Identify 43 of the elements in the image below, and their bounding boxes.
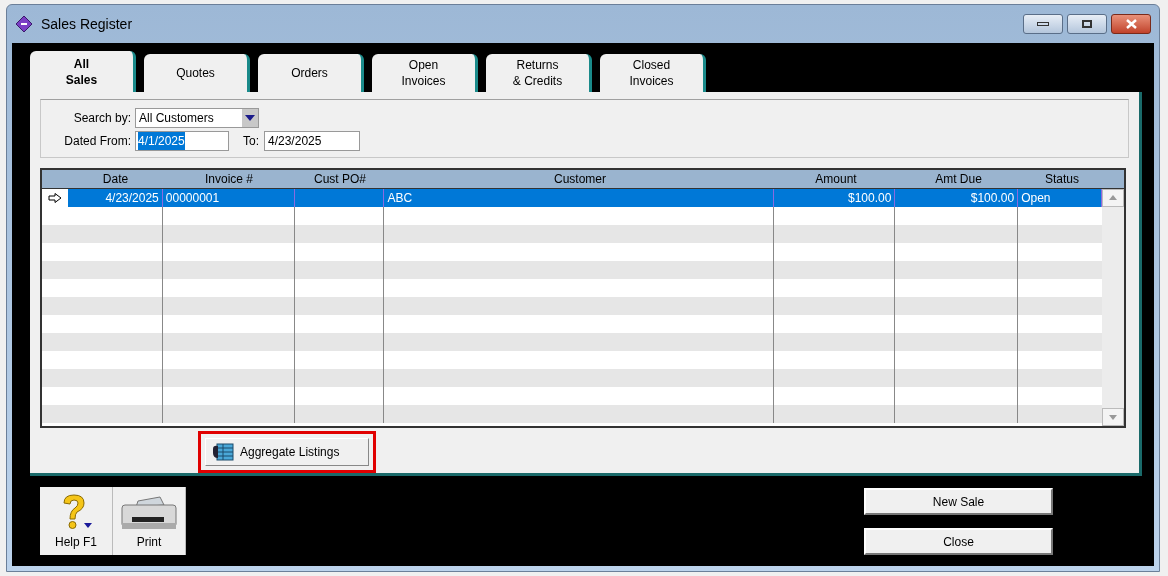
scrollbar[interactable] [1102,188,1124,426]
tab[interactable]: Orders [258,54,364,92]
tab[interactable]: Open Invoices [372,54,478,92]
aggregate-listings-button[interactable]: Aggregate Listings [205,438,369,466]
print-button[interactable]: Print [113,487,186,555]
listing-icon [212,443,234,461]
table-cell: 00000001 [165,190,220,205]
minimize-button[interactable] [1023,14,1063,34]
help-button[interactable]: Help F1 [40,487,113,555]
table-cell: Open [1021,190,1051,205]
search-by-dropdown[interactable]: All Customers [135,108,259,128]
dated-to-field[interactable]: 4/23/2025 [264,131,360,151]
field-label: To: [243,133,259,150]
dialog-button[interactable]: Close [864,528,1053,555]
column-header[interactable]: Invoice # [163,169,295,188]
table-cell: 4/23/2025 [105,190,159,205]
scroll-up-icon[interactable] [1109,195,1117,201]
maximize-button[interactable] [1067,14,1107,34]
dialog-button[interactable]: New Sale [864,488,1053,515]
tab[interactable]: Returns & Credits [486,54,592,92]
field-label: Search by: [72,110,132,127]
column-header[interactable]: Cust PO# [295,169,385,188]
scroll-down-icon[interactable] [1109,414,1117,420]
dropdown-arrow-icon [245,115,255,121]
window-title: Sales Register [41,14,134,34]
table-cell: ABC [387,190,413,205]
table-cell: $100.00 [970,190,1015,205]
field-label: Dated From: [63,133,132,150]
tab[interactable]: All Sales [30,51,136,92]
column-header[interactable]: Amt Due [897,169,1020,188]
printer-icon [120,495,178,531]
column-header[interactable]: Date [68,169,163,188]
dated-from-field[interactable]: 4/1/2025 [135,131,229,151]
tab[interactable]: Quotes [144,54,250,92]
close-window-button[interactable] [1111,14,1151,34]
row-pointer-icon [47,192,62,203]
tab[interactable]: Closed Invoices [600,54,706,92]
app-icon [15,15,33,33]
table-cell: $100.00 [848,190,892,205]
column-header[interactable]: Status [1020,169,1104,188]
column-header[interactable]: Customer [385,169,775,188]
close-icon [1125,19,1137,29]
column-header[interactable]: Amount [775,169,897,188]
